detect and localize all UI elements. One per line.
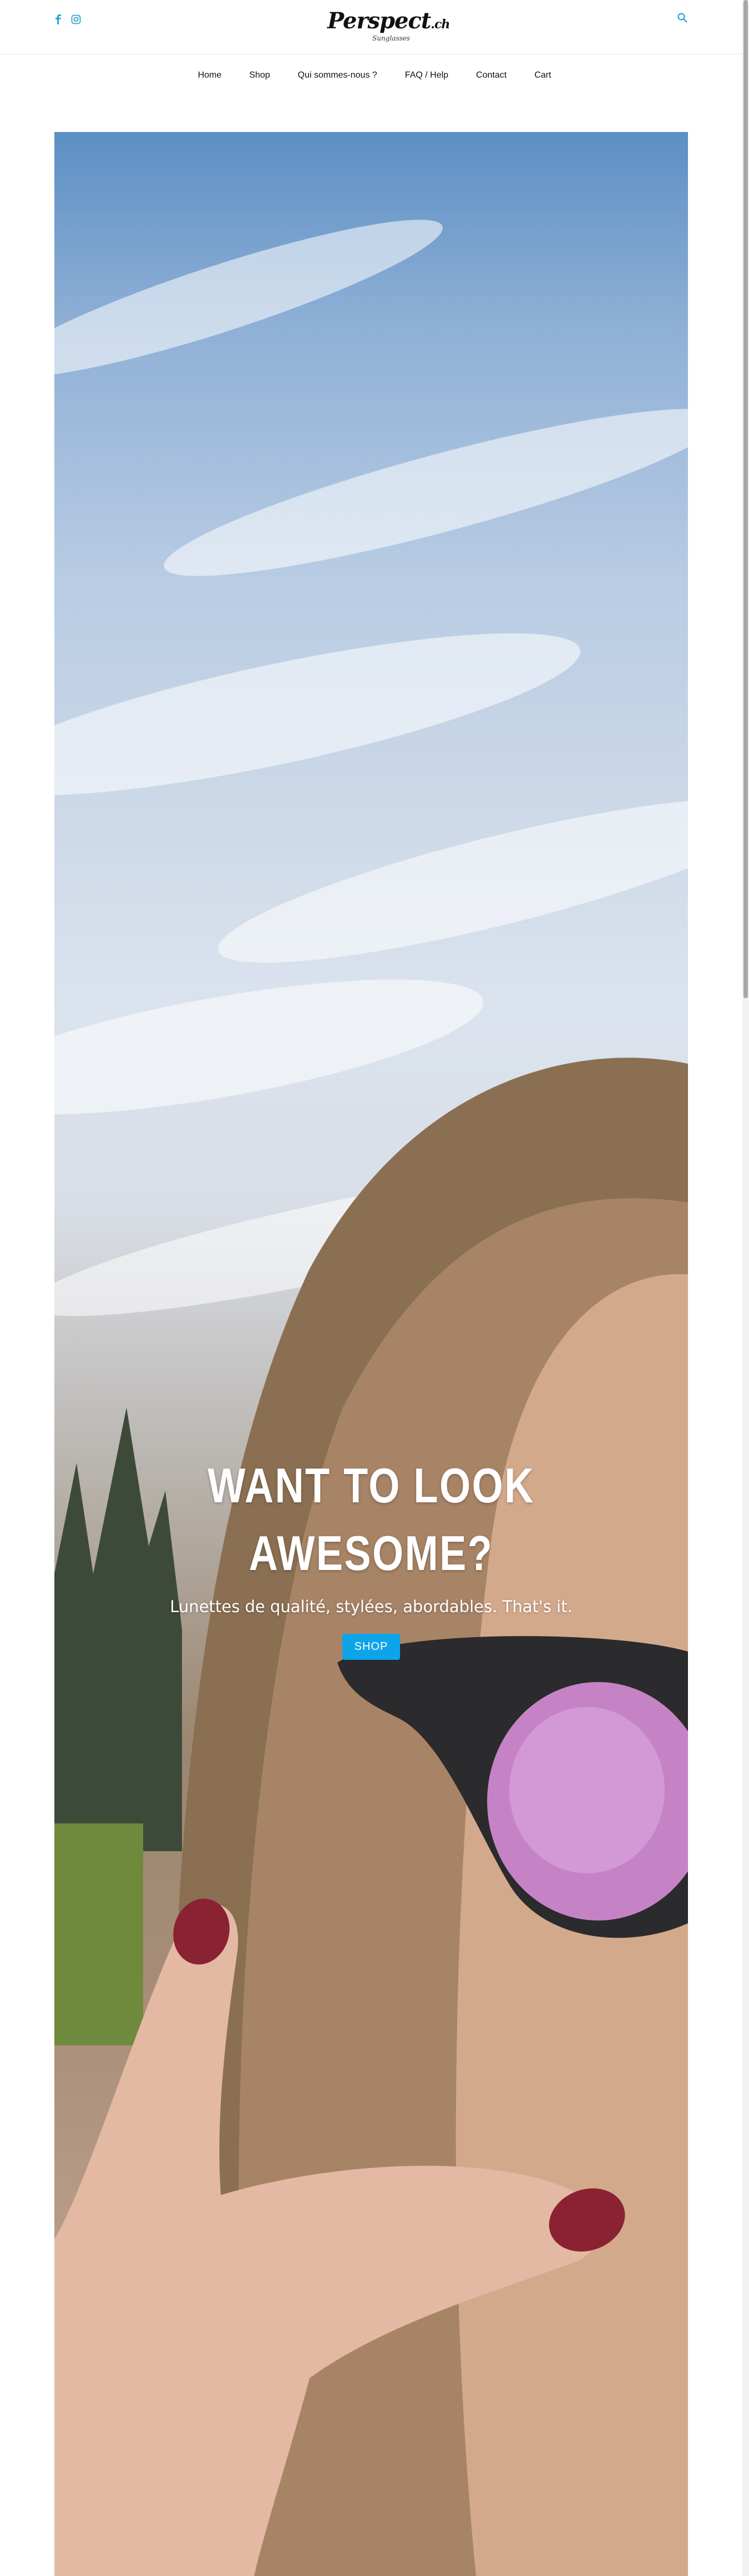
site-header: Perspect.ch Sunglasses [0,0,749,54]
hero-content: WANT TO LOOK AWESOME? Lunettes de qualit… [54,1452,688,1660]
site-logo[interactable]: Perspect.ch Sunglasses [327,8,450,47]
main-nav: Home Shop Qui sommes-nous ? FAQ / Help C… [0,65,749,85]
nav-item-about[interactable]: Qui sommes-nous ? [284,65,391,85]
hero-title: WANT TO LOOK AWESOME? [112,1452,631,1587]
nav-item-cart[interactable]: Cart [520,65,565,85]
social-links [53,14,81,24]
nav-item-shop[interactable]: Shop [235,65,284,85]
nav-item-home[interactable]: Home [184,65,236,85]
nav-item-contact[interactable]: Contact [462,65,520,85]
hero-banner: WANT TO LOOK AWESOME? Lunettes de qualit… [54,132,688,2576]
logo-wordmark: Perspect.ch [327,8,450,34]
scrollbar-thumb[interactable] [743,0,748,998]
nav-item-faq[interactable]: FAQ / Help [391,65,462,85]
hero-title-line-1: WANT TO LOOK [208,1458,535,1513]
hero-subtitle: Lunettes de qualité, stylées, abordables… [170,1597,573,1616]
hero-title-line-2: AWESOME? [249,1526,494,1581]
search-icon[interactable] [677,12,689,24]
instagram-icon[interactable] [71,14,81,24]
facebook-icon[interactable] [53,14,63,24]
page-scrollbar[interactable] [742,0,749,2576]
shop-button[interactable]: SHOP [342,1634,401,1660]
hero-background-image [54,220,688,2576]
